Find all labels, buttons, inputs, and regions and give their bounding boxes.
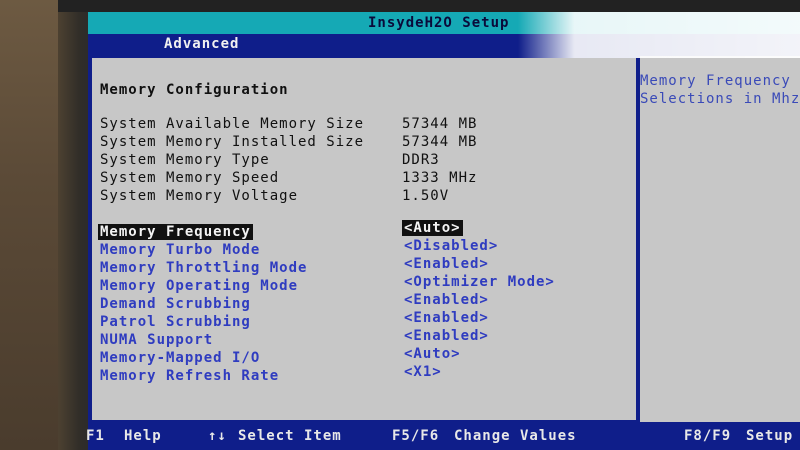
value-memory-refresh-rate[interactable]: <X1>	[402, 364, 444, 380]
option-memory-throttling-mode[interactable]: Memory Throttling Mode	[98, 260, 309, 276]
value-memory-operating-mode[interactable]: <Optimizer Mode>	[402, 274, 557, 290]
option-memory-refresh-rate[interactable]: Memory Refresh Rate	[98, 368, 281, 384]
info-label-memory-type: System Memory Type	[100, 152, 270, 168]
f1-key: F1	[86, 428, 105, 444]
info-value-installed-size: 57344 MB	[402, 134, 478, 150]
photo-frame: InsydeH2O Setup Advanced Memory Configur…	[0, 0, 800, 450]
option-patrol-scrubbing[interactable]: Patrol Scrubbing	[98, 314, 253, 330]
footer-help-bar: F1 Help ↑↓ Select Item F5/F6 Change Valu…	[86, 422, 800, 450]
info-value-available-size: 57344 MB	[402, 116, 478, 132]
value-memory-frequency[interactable]: <Auto>	[402, 220, 463, 236]
value-patrol-scrubbing[interactable]: <Enabled>	[402, 310, 491, 326]
help-text-line-2: Selections in Mhz	[640, 91, 800, 107]
info-label-installed-size: System Memory Installed Size	[100, 134, 365, 150]
arrows-label: Select Item	[238, 428, 342, 444]
f8f9-label: Setup	[746, 428, 794, 444]
value-memory-turbo-mode[interactable]: <Disabled>	[402, 238, 500, 254]
info-label-memory-voltage: System Memory Voltage	[100, 188, 299, 204]
f5f6-label: Change Values	[454, 428, 577, 444]
value-demand-scrubbing[interactable]: <Enabled>	[402, 292, 491, 308]
option-memory-mapped-io[interactable]: Memory-Mapped I/O	[98, 350, 262, 366]
info-value-memory-speed: 1333 MHz	[402, 170, 478, 186]
screen-glare	[518, 12, 800, 58]
value-memory-mapped-io[interactable]: <Auto>	[402, 346, 463, 362]
option-demand-scrubbing[interactable]: Demand Scrubbing	[98, 296, 253, 312]
window-title: InsydeH2O Setup	[368, 15, 510, 31]
help-text-line-1: Memory Frequency	[640, 73, 791, 89]
info-label-memory-speed: System Memory Speed	[100, 170, 280, 186]
value-numa-support[interactable]: <Enabled>	[402, 328, 491, 344]
info-label-available-size: System Available Memory Size	[100, 116, 365, 132]
f1-label: Help	[124, 428, 162, 444]
option-memory-turbo-mode[interactable]: Memory Turbo Mode	[98, 242, 262, 258]
option-numa-support[interactable]: NUMA Support	[98, 332, 215, 348]
option-memory-frequency[interactable]: Memory Frequency	[98, 224, 253, 240]
info-value-memory-voltage: 1.50V	[402, 188, 450, 204]
tab-advanced[interactable]: Advanced	[164, 36, 239, 52]
value-memory-throttling-mode[interactable]: <Enabled>	[402, 256, 491, 272]
section-title: Memory Configuration	[100, 82, 289, 98]
arrows-key: ↑↓	[208, 428, 227, 444]
help-panel: Memory Frequency Selections in Mhz	[638, 56, 800, 422]
help-text: Memory Frequency Selections in Mhz	[640, 72, 800, 108]
monitor-bezel-top	[58, 0, 800, 12]
monitor-bezel-left	[0, 0, 58, 450]
f8f9-key: F8/F9	[684, 428, 732, 444]
option-memory-operating-mode[interactable]: Memory Operating Mode	[98, 278, 300, 294]
bios-screen: InsydeH2O Setup Advanced Memory Configur…	[86, 12, 800, 450]
main-panel: Memory Configuration System Available Me…	[90, 56, 638, 422]
f5f6-key: F5/F6	[392, 428, 440, 444]
info-value-memory-type: DDR3	[402, 152, 440, 168]
